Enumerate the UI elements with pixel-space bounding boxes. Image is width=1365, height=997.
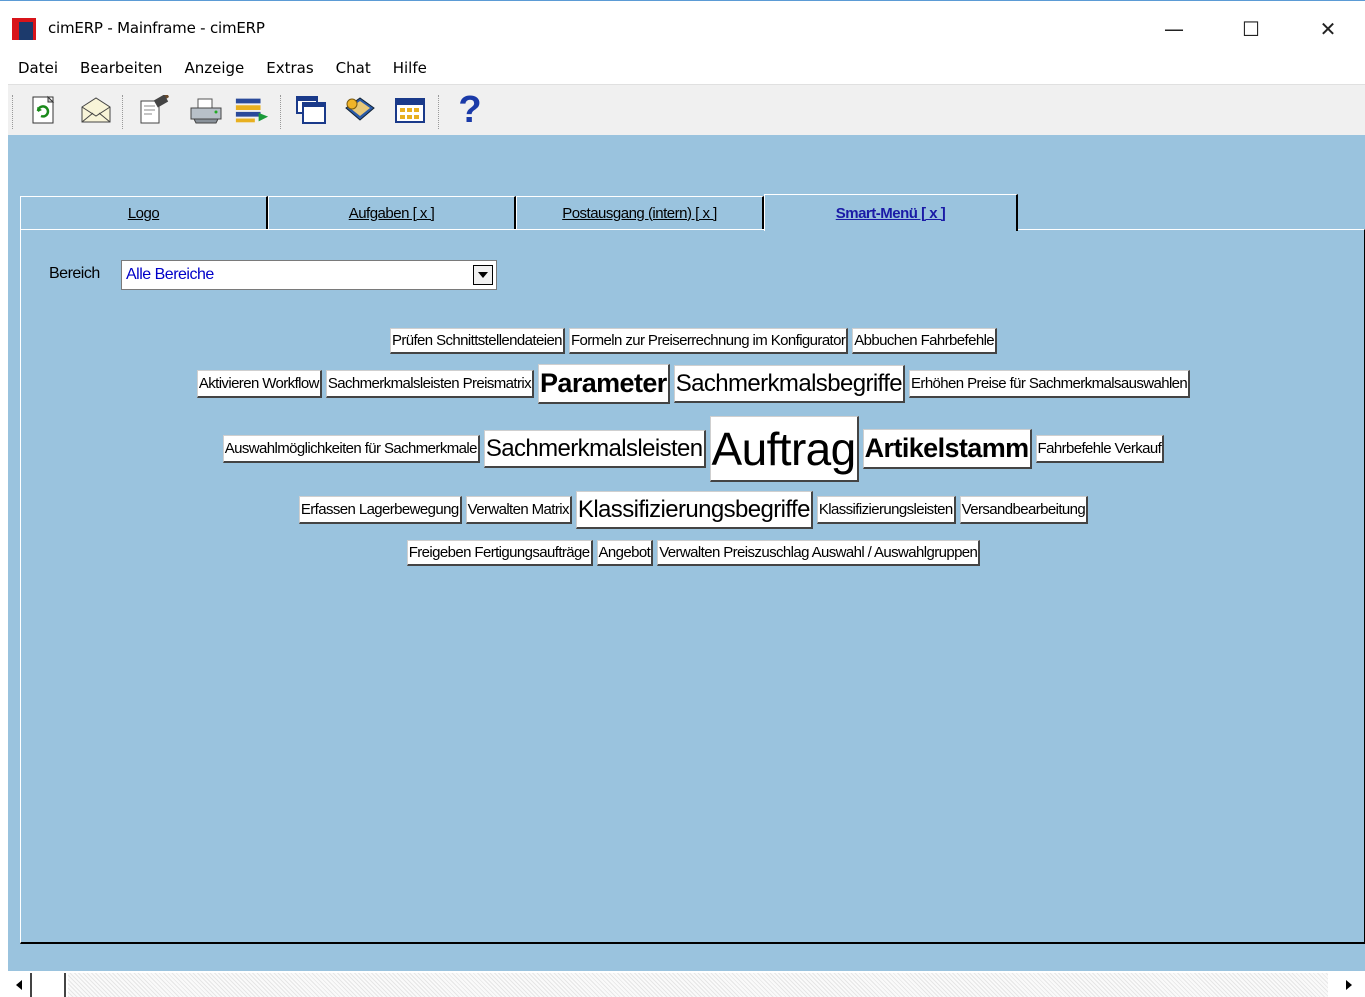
- smart-item-aktivieren-workflow[interactable]: Aktivieren Workflow: [196, 370, 322, 398]
- smart-item-parameter[interactable]: Parameter: [538, 364, 670, 404]
- smart-item-abbuchen-fahrbefehle[interactable]: Abbuchen Fahrbefehle: [852, 328, 998, 354]
- smart-item-klassifizierungsbegriffe[interactable]: Klassifizierungsbegriffe: [575, 491, 813, 529]
- windows-cascade-icon[interactable]: [294, 92, 330, 128]
- smart-item-artikelstamm[interactable]: Artikelstamm: [862, 429, 1032, 469]
- menu-bar: Datei Bearbeiten Anzeige Extras Chat Hil…: [8, 56, 439, 82]
- maximize-button[interactable]: ☐: [1228, 11, 1274, 47]
- edit-document-icon[interactable]: [136, 92, 172, 128]
- tab-smart-menu-label: Smart-Menü [ x ]: [835, 204, 946, 222]
- smart-row-1: Prüfen Schnittstellendateien Formeln zur…: [21, 328, 1365, 354]
- toolbar-grip[interactable]: [12, 95, 16, 129]
- tab-aufgaben[interactable]: Aufgaben [ x ]: [268, 196, 516, 229]
- smart-item-erhoehen-preise[interactable]: Erhöhen Preise für Sachmerkmalsauswahlen: [909, 370, 1191, 398]
- bereich-label: Bereich: [49, 265, 100, 282]
- tab-postausgang[interactable]: Postausgang (intern) [ x ]: [516, 196, 764, 229]
- toolbar: ?: [8, 84, 1365, 136]
- smart-item-verwalten-matrix[interactable]: Verwalten Matrix: [465, 496, 572, 524]
- title-bar: cimERP - Mainframe - cimERP — ☐ ✕: [0, 0, 1365, 55]
- smart-item-versandbearbeitung[interactable]: Versandbearbeitung: [959, 496, 1089, 524]
- horizontal-scrollbar[interactable]: [8, 971, 1365, 997]
- smart-item-sachmerkmalsleisten[interactable]: Sachmerkmalsleisten: [483, 430, 706, 468]
- tab-logo-label: Logo: [127, 204, 160, 222]
- book-icon[interactable]: [342, 92, 378, 128]
- smart-item-auswahlmoeglichkeiten[interactable]: Auswahlmöglichkeiten für Sachmerkmale: [222, 435, 480, 463]
- workspace: Logo Aufgaben [ x ] Postausgang (intern)…: [8, 135, 1365, 971]
- app-icon[interactable]: [12, 18, 36, 40]
- close-button[interactable]: ✕: [1305, 11, 1351, 47]
- tab-postausgang-label: Postausgang (intern) [ x ]: [562, 204, 717, 222]
- smart-row-4: Erfassen Lagerbewegung Verwalten Matrix …: [21, 491, 1365, 529]
- smart-item-klassifizierungsleisten[interactable]: Klassifizierungsleisten: [816, 496, 956, 524]
- smart-item-erfassen-lagerbewegung[interactable]: Erfassen Lagerbewegung: [298, 496, 462, 524]
- dropdown-arrow-icon[interactable]: [473, 265, 493, 285]
- bereich-value: Alle Bereiche: [126, 266, 214, 283]
- tab-aufgaben-label: Aufgaben [ x ]: [348, 204, 435, 222]
- smart-item-formeln-preiserrechnung[interactable]: Formeln zur Preiserrechnung im Konfigura…: [568, 328, 849, 354]
- smart-menu-panel: Bereich Alle Bereiche Prüfen Schnittstel…: [20, 229, 1365, 944]
- menu-anzeige[interactable]: Anzeige: [174, 56, 256, 82]
- calendar-icon[interactable]: [392, 92, 428, 128]
- scrollbar-thumb[interactable]: [32, 973, 66, 997]
- tab-logo[interactable]: Logo: [20, 196, 268, 229]
- toolbar-separator: [280, 95, 284, 129]
- minimize-button[interactable]: —: [1151, 11, 1197, 47]
- menu-bearbeiten[interactable]: Bearbeiten: [70, 56, 174, 82]
- smart-row-3: Auswahlmöglichkeiten für Sachmerkmale Sa…: [21, 416, 1365, 482]
- smart-item-auftrag[interactable]: Auftrag: [709, 416, 859, 482]
- window-title: cimERP - Mainframe - cimERP: [48, 19, 265, 37]
- scroll-left-icon[interactable]: [8, 973, 32, 997]
- smart-item-fahrbefehle-verkauf[interactable]: Fahrbefehle Verkauf: [1035, 435, 1165, 463]
- scroll-right-icon[interactable]: [1337, 973, 1361, 997]
- toolbar-separator: [122, 95, 126, 129]
- smart-item-freigeben-fertigungsauftraege[interactable]: Freigeben Fertigungsaufträge: [406, 540, 593, 566]
- menu-chat[interactable]: Chat: [326, 56, 383, 82]
- menu-extras[interactable]: Extras: [256, 56, 325, 82]
- smart-row-5: Freigeben Fertigungsaufträge Angebot Ver…: [21, 540, 1365, 566]
- scrollbar-track[interactable]: [68, 973, 1328, 997]
- help-icon[interactable]: ?: [452, 89, 488, 131]
- smart-row-2: Aktivieren Workflow Sachmerkmalsleisten …: [21, 364, 1365, 404]
- refresh-icon[interactable]: [26, 92, 62, 128]
- tab-smart-menu[interactable]: Smart-Menü [ x ]: [764, 194, 1018, 231]
- smart-item-verwalten-preiszuschlag[interactable]: Verwalten Preiszuschlag Auswahl / Auswah…: [657, 540, 981, 566]
- smart-item-pruefen-schnittstellendateien[interactable]: Prüfen Schnittstellendateien: [389, 328, 565, 354]
- menu-datei[interactable]: Datei: [8, 56, 70, 82]
- smart-item-angebot[interactable]: Angebot: [596, 540, 654, 566]
- mail-icon[interactable]: [78, 92, 114, 128]
- menu-hilfe[interactable]: Hilfe: [383, 56, 439, 82]
- smart-item-sachmerkmalsleisten-preismatrix[interactable]: Sachmerkmalsleisten Preismatrix: [325, 370, 534, 398]
- bereich-select[interactable]: Alle Bereiche: [121, 260, 497, 290]
- toolbar-separator: [438, 95, 442, 129]
- list-export-icon[interactable]: [234, 92, 270, 128]
- smart-item-sachmerkmalsbegriffe[interactable]: Sachmerkmalsbegriffe: [673, 365, 906, 403]
- printer-icon[interactable]: [188, 92, 224, 128]
